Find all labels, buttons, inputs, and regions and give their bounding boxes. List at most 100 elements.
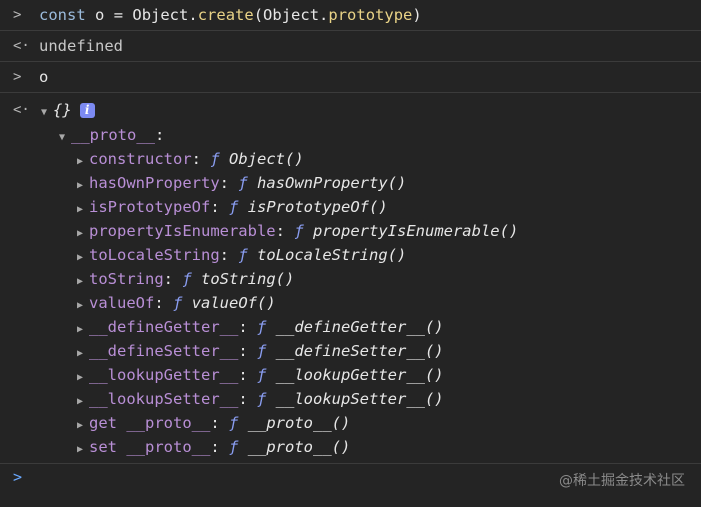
console-output-row: <· undefined xyxy=(0,31,701,62)
function-glyph-icon: ƒ xyxy=(256,318,267,336)
function-value: __proto__() xyxy=(247,438,351,456)
function-value: Object() xyxy=(229,150,304,168)
proto-key: __proto__ xyxy=(71,126,155,144)
property-key: hasOwnProperty xyxy=(89,174,220,192)
input-prompt-icon: > xyxy=(13,7,22,23)
function-value: toLocaleString() xyxy=(257,246,407,264)
proto-item-row[interactable]: ▶ valueOf: ƒ valueOf() xyxy=(0,291,701,315)
property-key: constructor xyxy=(89,150,192,168)
output-return-icon: <· xyxy=(13,38,30,54)
proto-item-row[interactable]: ▶ __lookupSetter__: ƒ __lookupSetter__() xyxy=(0,387,701,411)
input-prompt-icon: > xyxy=(13,69,22,85)
proto-item-row[interactable]: ▶ __defineSetter__: ƒ __defineSetter__() xyxy=(0,339,701,363)
property-key: set __proto__ xyxy=(89,438,211,456)
function-value: valueOf() xyxy=(191,294,276,312)
function-glyph-icon: ƒ xyxy=(210,150,220,168)
property-key: toString xyxy=(89,270,164,288)
property-separator: : xyxy=(219,174,239,192)
function-glyph-icon: ƒ xyxy=(229,438,239,456)
property-separator: : xyxy=(238,366,257,384)
property-separator: : xyxy=(238,342,257,360)
function-value: __defineGetter__() xyxy=(275,318,444,336)
info-icon[interactable]: i xyxy=(79,103,95,118)
function-value: __defineSetter__() xyxy=(275,342,444,360)
output-return-icon: <· xyxy=(13,102,30,118)
proto-item-row[interactable]: ▶ toLocaleString: ƒ toLocaleString() xyxy=(0,243,701,267)
function-glyph-icon: ƒ xyxy=(173,294,183,312)
function-value: __lookupSetter__() xyxy=(275,390,444,408)
function-glyph-icon: ƒ xyxy=(256,390,267,408)
object-label: {} xyxy=(53,101,72,119)
token-variable: o xyxy=(95,6,105,24)
function-glyph-icon: ƒ xyxy=(229,414,239,432)
token-object: Object xyxy=(132,6,189,24)
property-separator: : xyxy=(210,438,229,456)
output-value: undefined xyxy=(39,37,123,55)
property-key: valueOf xyxy=(89,294,155,312)
proto-row[interactable]: ▼ __proto__: xyxy=(0,123,701,147)
property-separator: : xyxy=(238,318,257,336)
proto-item-row[interactable]: ▶ toString: ƒ toString() xyxy=(0,267,701,291)
watermark: @稀土掘金技术社区 xyxy=(559,473,685,489)
property-key: get __proto__ xyxy=(89,414,211,432)
proto-item-row[interactable]: ▶ set __proto__: ƒ __proto__() xyxy=(0,435,701,459)
function-glyph-icon: ƒ xyxy=(182,270,192,288)
token-property: prototype xyxy=(328,6,413,24)
property-separator: : xyxy=(154,294,173,312)
collapse-triangle-icon[interactable]: ▶ xyxy=(77,438,89,462)
console-input-row[interactable]: > o xyxy=(0,62,701,93)
property-key: __defineSetter__ xyxy=(89,342,239,360)
token-keyword: const xyxy=(39,6,86,24)
function-value: toString() xyxy=(201,270,295,288)
function-glyph-icon: ƒ xyxy=(238,246,248,264)
property-key: isPrototypeOf xyxy=(89,198,211,216)
property-key: __lookupSetter__ xyxy=(89,390,239,408)
console-input-code: const o = Object.create(Object.prototype… xyxy=(39,6,422,24)
property-separator: : xyxy=(163,270,183,288)
object-tree: <· ▼{} i ▼ __proto__: ▶ constructor: ƒ Obje… xyxy=(0,97,701,459)
function-value: isPrototypeOf() xyxy=(247,198,388,216)
property-separator: : xyxy=(219,246,239,264)
token-object: Object xyxy=(263,6,320,24)
proto-items-list: ▶ constructor: ƒ Object() ▶ hasOwnProperty:… xyxy=(0,147,701,459)
property-separator: : xyxy=(238,390,257,408)
property-key: __lookupGetter__ xyxy=(89,366,239,384)
property-key: toLocaleString xyxy=(89,246,220,264)
property-separator: : xyxy=(210,198,229,216)
proto-item-row[interactable]: ▶ hasOwnProperty: ƒ hasOwnProperty() xyxy=(0,171,701,195)
proto-item-row[interactable]: ▶ get __proto__: ƒ __proto__() xyxy=(0,411,701,435)
prompt-caret-icon: > xyxy=(13,468,23,486)
function-value: hasOwnProperty() xyxy=(257,174,407,192)
proto-item-row[interactable]: ▶ __defineGetter__: ƒ __defineGetter__() xyxy=(0,315,701,339)
proto-item-row[interactable]: ▶ propertyIsEnumerable: ƒ propertyIsEnume… xyxy=(0,219,701,243)
property-key: __defineGetter__ xyxy=(89,318,239,336)
console-input-code: o xyxy=(39,68,49,86)
console-input-row[interactable]: > const o = Object.create(Object.prototy… xyxy=(0,0,701,31)
function-glyph-icon: ƒ xyxy=(256,342,267,360)
property-separator: : xyxy=(191,150,211,168)
function-glyph-icon: ƒ xyxy=(238,174,248,192)
object-root-row[interactable]: <· ▼{} i xyxy=(0,97,701,123)
console-object-output: <· ▼{} i ▼ __proto__: ▶ constructor: ƒ Obje… xyxy=(0,97,701,464)
proto-item-row[interactable]: ▶ __lookupGetter__: ƒ __lookupGetter__() xyxy=(0,363,701,387)
function-glyph-icon: ƒ xyxy=(294,222,304,240)
proto-item-row[interactable]: ▶ constructor: ƒ Object() xyxy=(0,147,701,171)
proto-item-row[interactable]: ▶ isPrototypeOf: ƒ isPrototypeOf() xyxy=(0,195,701,219)
property-separator: : xyxy=(275,222,295,240)
function-glyph-icon: ƒ xyxy=(256,366,267,384)
token-method: create xyxy=(197,6,254,24)
function-value: __proto__() xyxy=(247,414,351,432)
